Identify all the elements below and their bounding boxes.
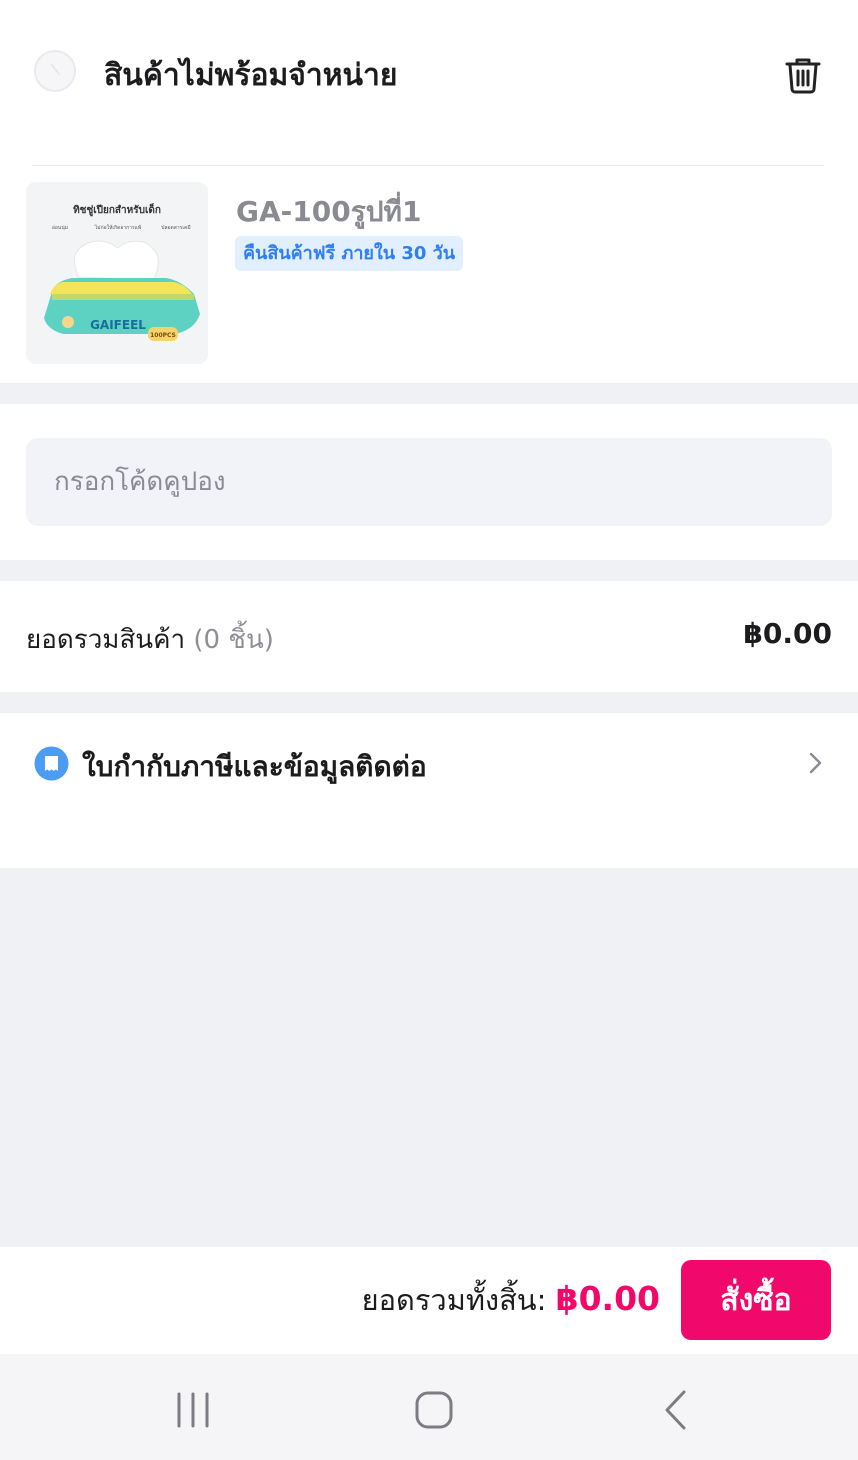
- subtotal-label-row: ยอดรวมสินค้า (0 ชิ้น): [26, 619, 274, 660]
- chevron-right-icon: [809, 752, 822, 774]
- grand-total: ยอดรวมทั้งสิ้น: ฿0.00: [362, 1277, 660, 1323]
- image-feature-3: ปลอดสารเคมี: [161, 224, 190, 231]
- image-top-label: ทิชชู่เปียกสำหรับเด็ก: [73, 202, 161, 217]
- unavailable-title: สินค้าไม่พร้อมจำหน่าย: [104, 58, 398, 93]
- disabled-radio-icon: [34, 50, 76, 92]
- tax-invoice-row[interactable]: ใบกำกับภาษีและข้อมูลติดต่อ: [0, 713, 858, 813]
- image-feature-2: ไม่ก่อให้เกิดอาการแพ้: [94, 224, 141, 231]
- grand-total-label: ยอดรวมทั้งสิ้น:: [361, 1283, 556, 1317]
- free-return-badge: คืนสินค้าฟรี ภายใน 30 วัน: [235, 236, 464, 271]
- trash-icon[interactable]: [780, 50, 826, 96]
- product-name[interactable]: GA-100รูปที่1: [236, 190, 421, 234]
- tax-invoice-label: ใบกำกับภาษีและข้อมูลติดต่อ: [82, 750, 427, 783]
- image-brand: GAIFEEL: [90, 318, 146, 332]
- checkout-bar: ยอดรวมทั้งสิ้น: ฿0.00 สั่งซื้อ: [0, 1247, 858, 1354]
- place-order-button[interactable]: สั่งซื้อ: [681, 1260, 831, 1340]
- back-icon[interactable]: [646, 1384, 706, 1434]
- receipt-icon: [34, 746, 69, 781]
- system-nav-bar: [0, 1354, 858, 1460]
- image-feature-1: อ่อนนุ่ม: [52, 225, 68, 231]
- subtotal-label: ยอดรวมสินค้า: [26, 625, 186, 655]
- unavailable-section: สินค้าไม่พร้อมจำหน่าย ทิชชู่เปียกสำหรับเ…: [0, 0, 858, 383]
- subtotal-section: ยอดรวมสินค้า (0 ชิ้น) ฿0.00: [0, 581, 858, 692]
- subtotal-amount: ฿0.00: [743, 617, 832, 650]
- coupon-code-input[interactable]: [26, 438, 832, 526]
- subtotal-count: (0 ชิ้น): [193, 625, 274, 655]
- home-icon[interactable]: [404, 1384, 464, 1434]
- grand-total-amount: ฿0.00: [555, 1279, 660, 1318]
- tax-section: ใบกำกับภาษีและข้อมูลติดต่อ: [0, 713, 858, 868]
- product-image[interactable]: ทิชชู่เปียกสำหรับเด็ก อ่อนนุ่ม ไม่ก่อให้…: [26, 182, 208, 364]
- coupon-section: [0, 404, 858, 560]
- image-count: 100PCS: [150, 332, 176, 339]
- section-divider: [32, 165, 824, 166]
- recent-apps-icon[interactable]: [164, 1384, 224, 1434]
- unavailable-header: สินค้าไม่พร้อมจำหน่าย: [0, 0, 858, 146]
